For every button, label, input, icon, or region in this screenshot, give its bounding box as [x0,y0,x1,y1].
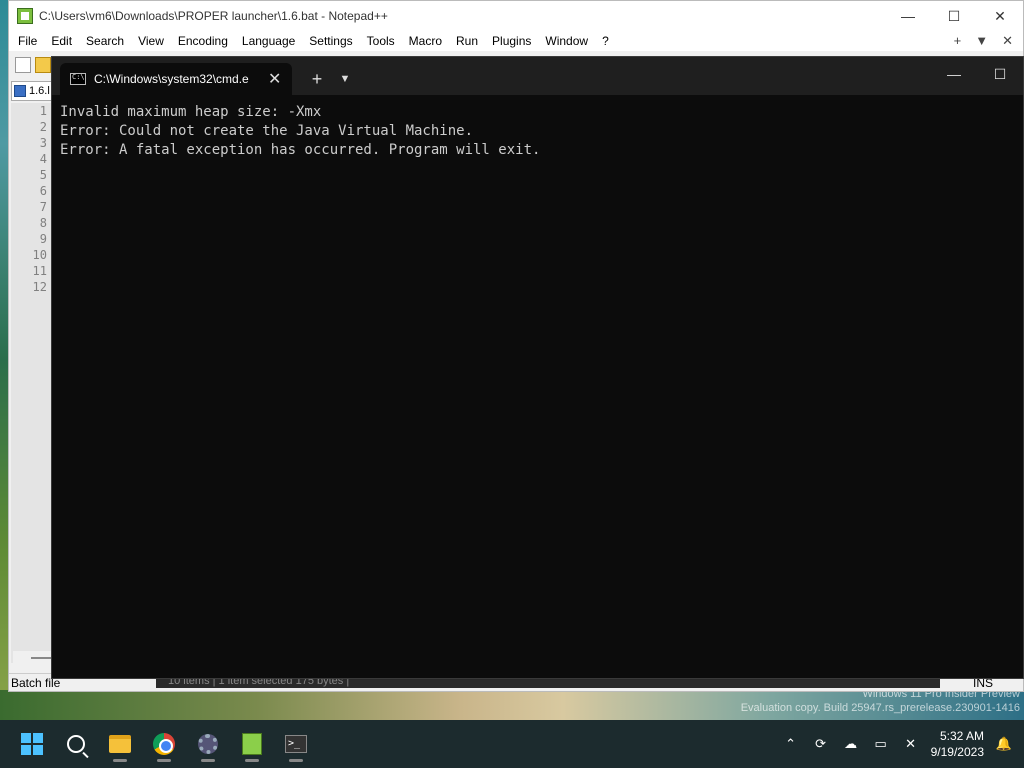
close-tab-icon[interactable]: ✕ [268,69,281,89]
line-number: 7 [39,200,47,214]
menu-edit[interactable]: Edit [44,31,79,51]
search-button[interactable] [56,724,96,764]
terminal-line: Error: Could not create the Java Virtual… [60,123,474,139]
search-icon [67,735,85,753]
menu-tools[interactable]: Tools [360,31,402,51]
line-number: 5 [39,168,47,182]
minimize-button[interactable]: — [931,57,977,91]
new-tab-plus-icon[interactable]: + [954,33,962,49]
folder-icon [109,735,131,753]
menu-help[interactable]: ? [595,31,616,51]
start-button[interactable] [12,724,52,764]
line-number: 8 [39,216,47,230]
file-explorer-button[interactable] [100,724,140,764]
notepadpp-icon [242,733,262,755]
clock-time: 5:32 AM [939,729,984,743]
menu-language[interactable]: Language [235,31,302,51]
notepadpp-titlebar[interactable]: C:\Users\vm6\Downloads\PROPER launcher\1… [9,1,1023,31]
gear-icon [198,734,218,754]
line-number: 11 [32,264,47,278]
line-number: 3 [39,136,47,150]
menu-settings[interactable]: Settings [302,31,359,51]
notepadpp-app-icon [17,8,33,24]
terminal-window-controls: — ☐ [931,57,1023,91]
line-number-gutter: 1 2 3 4 5 6 7 8 9 10 11 12 [11,103,51,663]
volume-muted-icon[interactable]: ✕ [901,734,921,754]
menu-macro[interactable]: Macro [402,31,449,51]
horizontal-scrollbar[interactable] [13,651,53,665]
clock[interactable]: 5:32 AM 9/19/2023 [931,728,984,760]
menu-view[interactable]: View [131,31,171,51]
menu-encoding[interactable]: Encoding [171,31,235,51]
menu-window[interactable]: Window [538,31,595,51]
line-number: 1 [39,104,47,118]
save-disk-icon [14,85,26,97]
line-number: 10 [32,248,47,262]
new-file-icon[interactable] [15,57,31,73]
cloud-icon[interactable]: ☁ [841,734,861,754]
line-number: 6 [39,184,47,198]
menu-search[interactable]: Search [79,31,131,51]
settings-button[interactable] [188,724,228,764]
line-number: 12 [32,280,47,294]
terminal-icon: >_ [285,735,307,753]
terminal-taskbar-button[interactable]: >_ [276,724,316,764]
menu-plugins[interactable]: Plugins [485,31,538,51]
close-tab-icon[interactable]: ✕ [1002,33,1013,49]
terminal-line: Error: A fatal exception has occurred. P… [60,142,541,158]
maximize-button[interactable]: ☐ [977,57,1023,91]
cmd-icon [70,73,86,85]
taskbar: >_ ⌃ ⟳ ☁ ▭ ✕ 5:32 AM 9/19/2023 🔔 [0,720,1024,768]
minimize-button[interactable]: — [885,1,931,31]
chrome-button[interactable] [144,724,184,764]
sync-icon[interactable]: ⟳ [811,734,831,754]
notepadpp-window-controls: — ☐ ✕ [885,1,1023,31]
terminal-window: C:\Windows\system32\cmd.e ✕ + ▼ — ☐ Inva… [51,56,1024,679]
notepadpp-menubar: File Edit Search View Encoding Language … [9,31,1023,51]
menu-run[interactable]: Run [449,31,485,51]
chevron-up-icon[interactable]: ⌃ [781,734,801,754]
notepadpp-title: C:\Users\vm6\Downloads\PROPER launcher\1… [39,9,388,23]
chrome-icon [153,733,175,755]
watermark-line-2: Evaluation copy. Build 25947.rs_prerelea… [740,702,1020,714]
terminal-tab[interactable]: C:\Windows\system32\cmd.e ✕ [60,63,292,95]
menu-file[interactable]: File [11,31,44,51]
notification-bell-icon[interactable]: 🔔 [994,734,1014,754]
chevron-down-icon[interactable]: ▼ [332,63,358,95]
line-number: 2 [39,120,47,134]
terminal-tab-title: C:\Windows\system32\cmd.e [94,72,249,86]
file-tab-label: 1.6.l [29,85,50,97]
network-icon[interactable]: ▭ [871,734,891,754]
maximize-button[interactable]: ☐ [931,1,977,31]
terminal-line: Invalid maximum heap size: -Xmx [60,104,322,120]
windows-logo-icon [21,733,43,755]
close-button[interactable]: ✕ [977,1,1023,31]
new-tab-plus-icon[interactable]: + [302,63,332,95]
line-number: 4 [39,152,47,166]
clock-date: 9/19/2023 [930,745,984,759]
notepadpp-taskbar-button[interactable] [232,724,272,764]
menubar-right-controls: + ▼ ✕ [954,33,1023,49]
terminal-output[interactable]: Invalid maximum heap size: -Xmx Error: C… [52,95,1023,168]
line-number: 9 [39,232,47,246]
open-folder-icon[interactable] [35,57,51,73]
tab-list-dropdown-icon[interactable]: ▼ [975,33,988,49]
system-tray: ⌃ ⟳ ☁ ▭ ✕ 5:32 AM 9/19/2023 🔔 [781,728,1024,760]
terminal-titlebar[interactable]: C:\Windows\system32\cmd.e ✕ + ▼ — ☐ [52,57,1023,95]
